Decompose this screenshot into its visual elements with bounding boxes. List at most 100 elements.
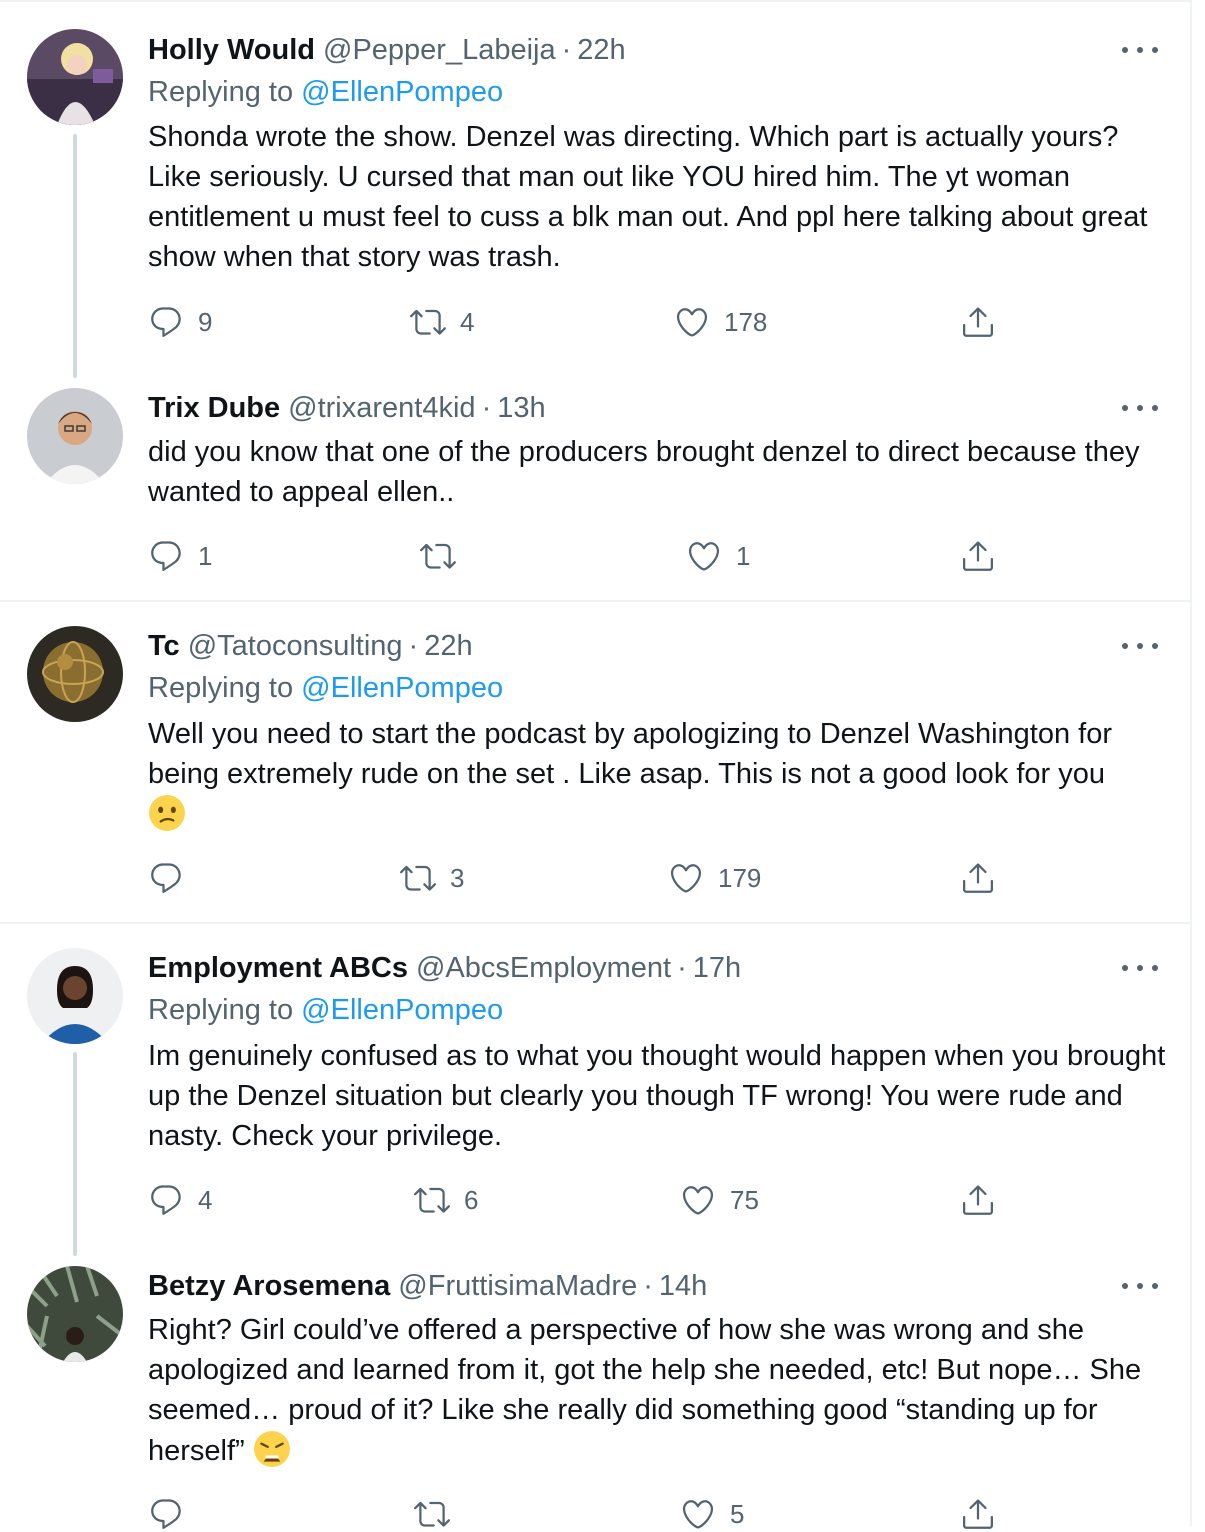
reply-icon <box>148 1182 184 1218</box>
reply-timeline: Holly Would @Pepper_Labeija · 22h Replyi… <box>0 0 1192 1526</box>
user-handle[interactable]: @trixarent4kid <box>288 392 475 425</box>
mention-link[interactable]: @EllenPompeo <box>301 76 503 108</box>
like-button[interactable]: 178 <box>674 304 767 340</box>
share-icon <box>960 860 996 896</box>
like-button[interactable]: 5 <box>680 1496 744 1532</box>
separator-dot: · <box>677 951 687 984</box>
share-button[interactable] <box>960 304 996 340</box>
reply-button[interactable] <box>148 1496 198 1532</box>
reply-button[interactable] <box>148 860 198 896</box>
mention-link[interactable]: @EllenPompeo <box>301 672 503 704</box>
more-options-icon[interactable] <box>1122 961 1158 975</box>
tweet-header: Betzy Arosemena @FruttisimaMadre · 14h <box>148 1266 707 1306</box>
share-icon <box>960 1182 996 1218</box>
tweet-divider <box>0 922 1190 924</box>
reply-icon <box>148 860 184 896</box>
reply-button[interactable]: 1 <box>148 538 212 574</box>
timestamp[interactable]: 22h <box>577 34 625 67</box>
separator-dot: · <box>481 391 492 424</box>
retweet-button[interactable]: 6 <box>414 1182 478 1218</box>
display-name[interactable]: Employment ABCs <box>148 952 408 985</box>
reply-button[interactable]: 9 <box>148 304 212 340</box>
retweet-icon <box>414 1182 450 1218</box>
more-options-icon[interactable] <box>1122 43 1158 57</box>
display-name[interactable]: Betzy Arosemena <box>148 1270 390 1303</box>
tweet-header: Holly Would @Pepper_Labeija · 22h <box>148 30 626 70</box>
user-handle[interactable]: @Tatoconsulting <box>188 630 403 663</box>
confused-face-icon <box>149 795 185 831</box>
more-options-icon[interactable] <box>1122 1279 1158 1293</box>
retweet-button[interactable] <box>414 1496 464 1532</box>
replying-to: Replying to @EllenPompeo <box>148 994 503 1027</box>
replying-label: Replying to <box>148 672 294 704</box>
retweet-icon <box>410 304 446 340</box>
timestamp[interactable]: 22h <box>424 630 472 663</box>
reply-icon <box>148 538 184 574</box>
timestamp[interactable]: 13h <box>497 392 545 425</box>
avatar[interactable] <box>27 29 123 125</box>
retweet-count: 3 <box>450 862 465 893</box>
share-icon <box>960 304 996 340</box>
heart-icon <box>686 538 722 574</box>
separator-dot: · <box>643 1269 653 1302</box>
retweet-icon <box>420 538 456 574</box>
heart-icon <box>668 860 704 896</box>
like-button[interactable]: 1 <box>686 538 750 574</box>
thread-line <box>73 134 77 378</box>
retweet-button[interactable] <box>420 538 470 574</box>
reply-count: 4 <box>198 1184 213 1215</box>
user-handle[interactable]: @AbcsEmployment <box>416 952 671 985</box>
share-icon <box>960 1496 996 1532</box>
heart-icon <box>674 304 710 340</box>
heart-icon <box>680 1182 716 1218</box>
avatar[interactable] <box>27 948 123 1044</box>
reply-count: 1 <box>198 540 213 571</box>
tweet-text: Im genuinely confused as to what you tho… <box>148 1040 1166 1152</box>
like-button[interactable]: 75 <box>680 1182 759 1218</box>
reply-icon <box>148 304 184 340</box>
more-options-icon[interactable] <box>1122 401 1158 415</box>
timestamp[interactable]: 17h <box>693 952 741 985</box>
retweet-button[interactable]: 3 <box>400 860 464 896</box>
user-handle[interactable]: @FruttisimaMadre <box>398 1270 637 1303</box>
retweet-button[interactable]: 4 <box>410 304 474 340</box>
user-handle[interactable]: @Pepper_Labeija <box>323 34 556 67</box>
like-count: 1 <box>736 540 751 571</box>
tweet-header: Tc @Tatoconsulting · 22h <box>148 626 473 666</box>
mention-link[interactable]: @EllenPompeo <box>301 994 503 1026</box>
timestamp[interactable]: 14h <box>659 1270 707 1303</box>
share-button[interactable] <box>960 538 996 574</box>
retweet-count: 4 <box>460 306 475 337</box>
like-count: 5 <box>730 1498 745 1529</box>
top-divider <box>0 0 1190 2</box>
share-button[interactable] <box>960 860 996 896</box>
share-button[interactable] <box>960 1182 996 1218</box>
separator-dot: · <box>561 33 572 66</box>
avatar[interactable] <box>27 1266 123 1362</box>
retweet-count: 6 <box>464 1184 479 1215</box>
display-name[interactable]: Holly Would <box>148 34 315 67</box>
tweet-text-block: Well you need to start the podcast by ap… <box>148 714 1168 835</box>
like-count: 178 <box>724 306 768 337</box>
replying-to: Replying to @EllenPompeo <box>148 76 503 109</box>
display-name[interactable]: Trix Dube <box>148 392 280 425</box>
tweet-header: Employment ABCs @AbcsEmployment · 17h <box>148 948 741 988</box>
like-button[interactable]: 179 <box>668 860 761 896</box>
reply-count: 9 <box>198 306 213 337</box>
weary-face-icon <box>253 1431 290 1467</box>
avatar[interactable] <box>27 388 123 484</box>
display-name[interactable]: Tc <box>148 630 180 663</box>
tweet-text: Right? Girl could’ve offered a perspecti… <box>148 1314 1142 1467</box>
share-icon <box>960 538 996 574</box>
tweet-text: Well you need to start the podcast by ap… <box>148 718 1113 790</box>
separator-dot: · <box>408 629 419 662</box>
share-button[interactable] <box>960 1496 996 1532</box>
avatar[interactable] <box>27 626 123 722</box>
replying-to: Replying to @EllenPompeo <box>148 672 503 705</box>
tweet-text: did you know that one of the producers b… <box>148 436 1140 508</box>
tweet-text-block: Right? Girl could’ve offered a perspecti… <box>148 1310 1168 1471</box>
more-options-icon[interactable] <box>1122 639 1158 653</box>
reply-icon <box>148 1496 184 1532</box>
reply-button[interactable]: 4 <box>148 1182 212 1218</box>
tweet-divider <box>0 600 1190 602</box>
